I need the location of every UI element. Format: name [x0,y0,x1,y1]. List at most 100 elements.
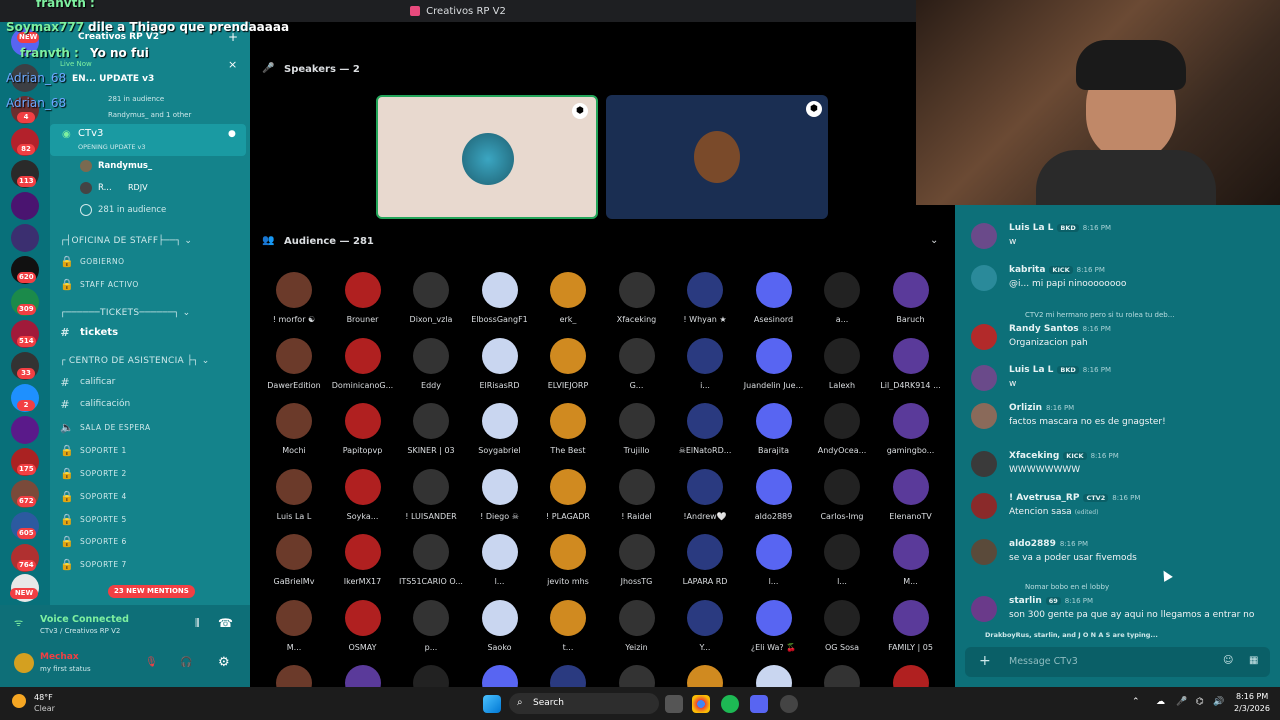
audience-avatar[interactable] [344,599,381,636]
audience-avatar[interactable] [618,599,655,636]
mic-icon[interactable]: 🎤 [1176,697,1187,707]
audience-avatar[interactable] [618,403,655,439]
category-asistencia[interactable]: ┌ CENTRO DE ASISTENCIA ├┐ ⌄ [60,356,210,366]
audience-avatar[interactable] [618,337,655,374]
audience-avatar[interactable] [892,403,929,439]
audience-avatar[interactable] [550,534,586,570]
avatar[interactable] [971,223,997,249]
audience-avatar[interactable] [892,337,929,374]
speaker-name[interactable]: R... [98,183,112,193]
audience-avatar[interactable] [413,468,449,505]
audience-avatar[interactable] [344,403,381,439]
discord-icon[interactable] [750,695,768,713]
avatar[interactable] [971,451,997,477]
audience-avatar[interactable] [687,534,723,570]
audience-avatar[interactable] [481,337,518,374]
audience-avatar[interactable] [892,534,929,570]
audience-avatar[interactable] [755,468,792,505]
chat-message[interactable]: ! Avetrusa_RP CTV2 8:16 PM Atencion sasa (ed… [969,493,1269,533]
voice-status[interactable]: Voice Connected [40,614,129,625]
audience-avatar[interactable] [824,534,860,570]
audience-avatar[interactable] [481,599,518,636]
audience-avatar[interactable] [413,534,449,570]
audience-avatar[interactable] [824,468,860,505]
audience-avatar[interactable] [344,337,381,374]
audience-avatar[interactable] [618,534,655,570]
audience-avatar[interactable] [413,599,449,636]
task-view-icon[interactable] [665,695,683,713]
chevron-down-icon[interactable]: ⌄ [930,235,938,246]
emoji-icon[interactable]: ☺ [1223,655,1233,666]
speaker-name[interactable]: Randymus_ [98,161,152,171]
chevron-up-icon[interactable]: ⌃ [1132,697,1140,707]
speaker-tile[interactable]: ⬢ [606,95,828,219]
wifi-icon[interactable]: ⌬ [1196,697,1204,707]
audience-avatar[interactable] [687,468,723,505]
obs-icon[interactable] [780,695,798,713]
avatar[interactable] [971,403,997,429]
add-attachment-icon[interactable]: + [979,653,991,669]
message-author[interactable]: starlin 69 8:16 PM [1009,596,1093,606]
audience-avatar[interactable] [344,534,381,570]
message-author[interactable]: Luis La L BKD 8:16 PM [1009,365,1111,375]
server-icon[interactable] [11,224,39,252]
audience-avatar[interactable] [755,599,792,636]
audience-avatar[interactable] [687,337,723,374]
audience-avatar[interactable] [618,468,655,505]
audience-avatar[interactable] [824,403,860,439]
audience-avatar[interactable] [344,468,381,505]
chat-message[interactable]: Orlizin 8:16 PM factos mascara no es de gn… [969,403,1269,443]
audience-avatar[interactable] [276,403,312,439]
channel-soporte-5[interactable]: 🔒 SOPORTE 5 [50,509,250,529]
audience-avatar[interactable] [481,272,518,308]
clock-time[interactable]: 8:16 PM [1236,692,1268,701]
audience-avatar[interactable] [550,403,586,439]
audience-avatar[interactable] [276,272,312,308]
voice-channel[interactable]: CTv3 / Creativos RP V2 [40,627,120,635]
message-author[interactable]: Orlizin 8:16 PM [1009,403,1074,413]
weather-temp[interactable]: 48°F [34,693,53,702]
message-author[interactable]: kabrita KICK 8:16 PM [1009,265,1105,275]
audience-avatar[interactable] [824,599,860,636]
chrome-icon[interactable] [692,695,710,713]
audience-avatar[interactable] [755,272,792,308]
audience-avatar[interactable] [276,337,312,374]
channel-soporte-4[interactable]: 🔒 SOPORTE 4 [50,486,250,506]
reply-preview[interactable]: Nomar bobo en el lobby [1025,583,1109,591]
new-mentions-pill[interactable]: 23 NEW MENTIONS [108,585,195,598]
channel-calificar[interactable]: # calificar [50,372,250,392]
message-composer[interactable]: + Message CTv3 ☺ ▦ [965,647,1270,677]
audience-avatar[interactable] [550,272,586,308]
audience-avatar[interactable] [481,403,518,439]
audience-avatar[interactable] [687,599,723,636]
audience-avatar[interactable] [481,468,518,505]
search-box[interactable]: ⌕ Search [509,693,659,714]
chat-message[interactable]: CTV2 mi hermano pero si tu rolea tu deb.… [969,311,1269,351]
audience-avatar[interactable] [550,599,586,636]
avatar[interactable] [971,596,997,622]
channel-soporte-2[interactable]: 🔒 SOPORTE 2 [50,463,250,483]
avatar[interactable] [971,265,997,291]
channel-soporte-7[interactable]: 🔒 SOPORTE 7 [50,554,250,574]
chat-message[interactable]: Nomar bobo en el lobby starlin 69 8:16 PM so… [969,583,1269,623]
spotify-icon[interactable] [721,695,739,713]
audience-avatar[interactable] [618,272,655,308]
message-author[interactable]: Randy Santos 8:16 PM [1009,324,1111,334]
start-icon[interactable] [483,695,501,713]
avatar[interactable] [14,653,34,673]
chat-bubble-icon[interactable]: ● [228,129,236,139]
audience-avatar[interactable] [413,403,449,439]
message-input[interactable]: Message CTv3 [1009,656,1078,667]
server-icon[interactable] [11,192,39,220]
audience-avatar[interactable] [550,468,586,505]
channel-sala-espera[interactable]: 🔈 SALA DE ESPERA [50,417,250,437]
avatar[interactable] [971,539,997,565]
audience-avatar[interactable] [276,468,312,505]
audience-avatar[interactable] [276,534,312,570]
audience-avatar[interactable] [413,272,449,308]
volume-icon[interactable]: 🔊 [1213,697,1224,707]
channel-staff-activo[interactable]: 🔒 STAFF ACTIVO [50,274,250,294]
avatar[interactable] [971,324,997,350]
chat-message[interactable]: Xfaceking KICK 8:16 PM WWWWWWWW [969,451,1269,491]
weather-icon[interactable] [12,694,26,708]
